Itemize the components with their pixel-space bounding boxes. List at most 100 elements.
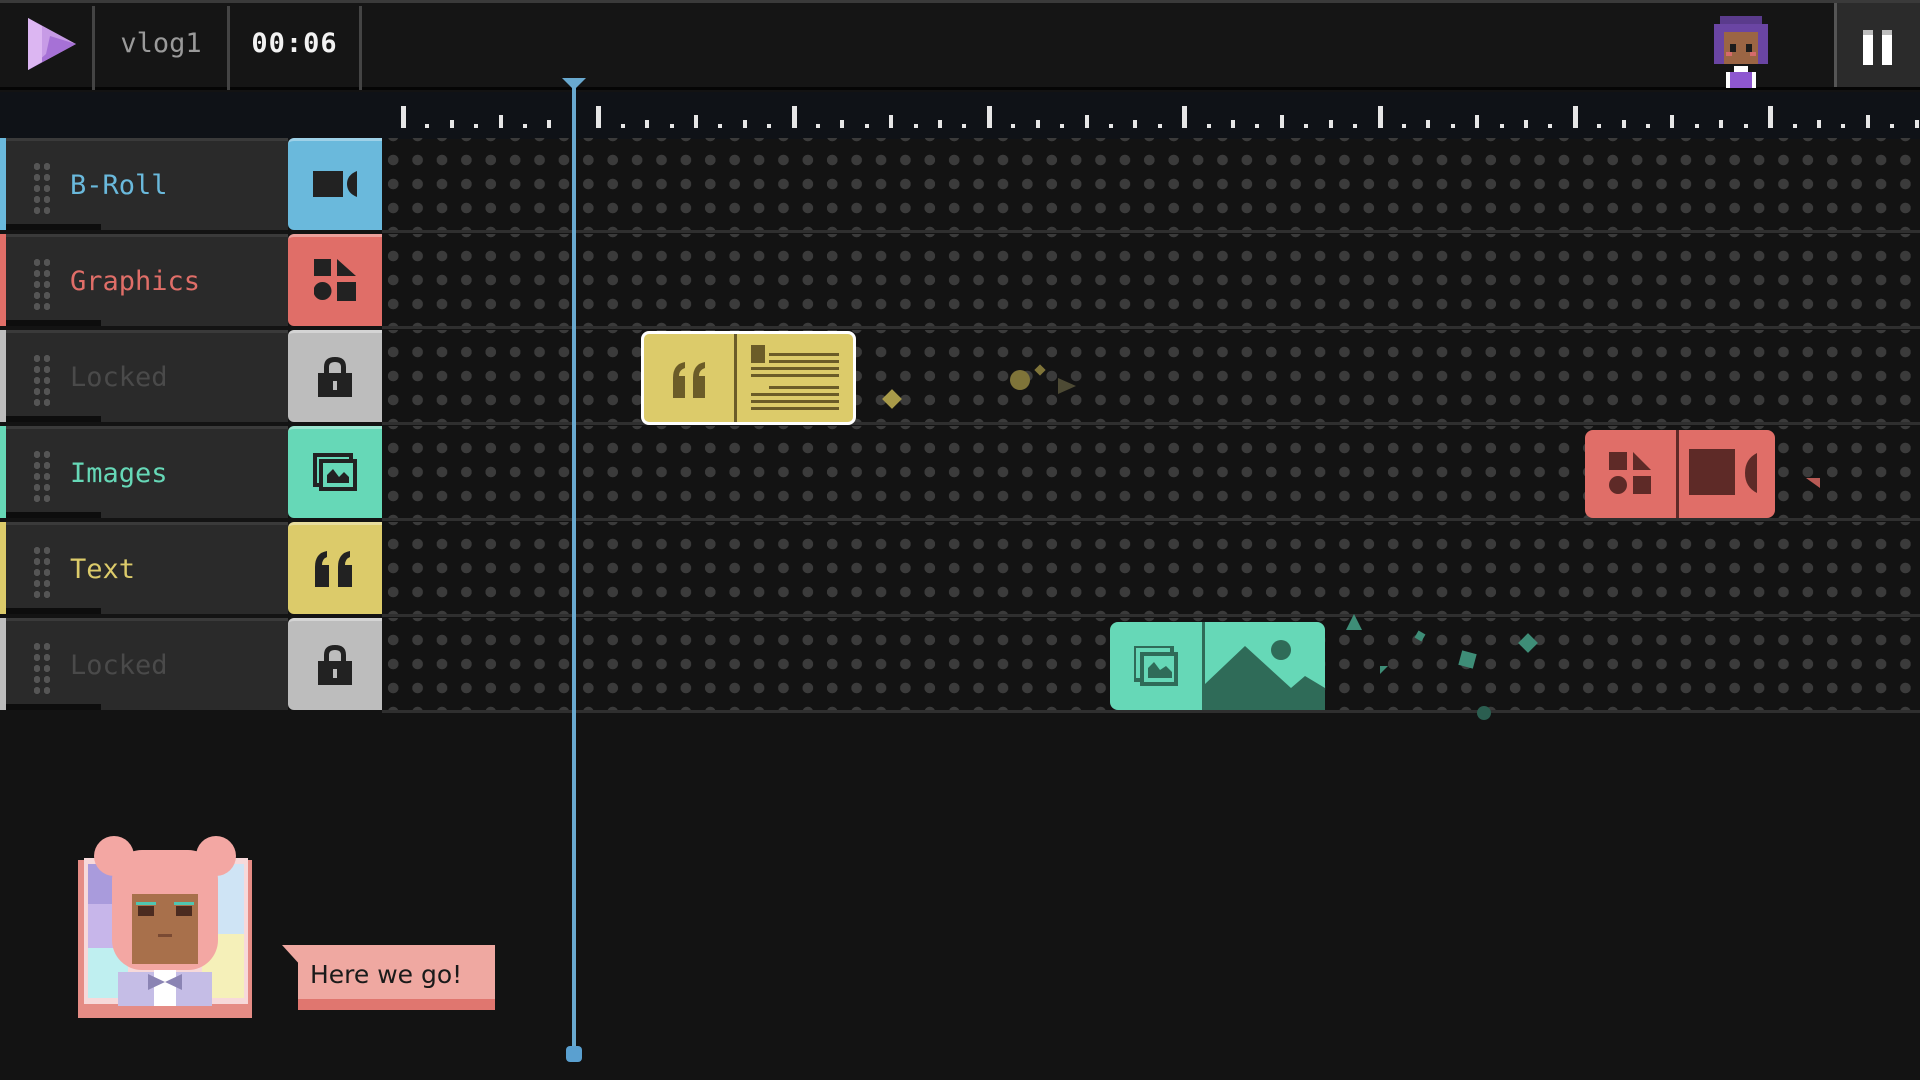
- ruler-minor-tick: [718, 124, 723, 128]
- ruler-minor-tick: [962, 124, 967, 128]
- timeline-clip-graphics[interactable]: [1585, 430, 1775, 518]
- ruler-major-tick: [986, 106, 992, 128]
- track-type-button[interactable]: [288, 522, 382, 614]
- drag-handle-icon[interactable]: [32, 161, 52, 217]
- ruler-major-tick: [596, 106, 602, 128]
- video-camera-icon: [313, 169, 357, 203]
- track-separator: [382, 422, 1920, 425]
- ruler-minor-tick: [1499, 124, 1504, 128]
- play-button[interactable]: [22, 14, 82, 74]
- track-separator: [382, 326, 1920, 329]
- speech-message: Here we go!: [310, 960, 463, 989]
- ruler-minor-tick: [1646, 124, 1651, 128]
- track-type-button[interactable]: [288, 618, 382, 710]
- ruler-minor-tick: [742, 120, 747, 128]
- ruler-minor-tick: [1865, 115, 1870, 128]
- timeline-clip-text[interactable]: [641, 331, 856, 425]
- clip-thumbnail: [1679, 430, 1775, 518]
- track-body: Locked: [6, 618, 288, 710]
- track-type-button[interactable]: [288, 330, 382, 422]
- quote-icon: [313, 549, 357, 591]
- ruler-major-tick: [1768, 106, 1774, 128]
- ruler-minor-tick: [1816, 120, 1821, 128]
- track-lane[interactable]: [383, 234, 1920, 326]
- track-lane[interactable]: [383, 330, 1920, 422]
- drag-handle-icon[interactable]: [32, 353, 52, 409]
- track-header-images[interactable]: Images: [0, 426, 382, 518]
- particle: [1010, 370, 1030, 390]
- pause-button[interactable]: [1834, 3, 1920, 87]
- ruler-minor-tick: [645, 120, 650, 128]
- playhead-end-handle[interactable]: [566, 1046, 582, 1062]
- track-body: B-Roll: [6, 138, 288, 230]
- ruler-minor-tick: [669, 124, 674, 128]
- ruler-minor-tick: [1133, 120, 1138, 128]
- ruler-minor-tick: [1328, 120, 1333, 128]
- track-separator: [382, 518, 1920, 521]
- track-header-locked[interactable]: Locked: [0, 330, 382, 422]
- drag-handle-icon[interactable]: [32, 257, 52, 313]
- particle: [1806, 478, 1820, 488]
- ruler-minor-tick: [889, 115, 894, 128]
- ruler-minor-tick: [547, 120, 552, 128]
- track-header-text[interactable]: Text: [0, 522, 382, 614]
- ruler-minor-tick: [1157, 124, 1162, 128]
- track-lane[interactable]: [383, 138, 1920, 230]
- track-label: B-Roll: [70, 170, 168, 201]
- timeline-clip-image[interactable]: [1110, 622, 1325, 710]
- ruler-minor-tick: [1670, 115, 1675, 128]
- track-label: Images: [70, 458, 168, 489]
- playhead-handle[interactable]: [562, 78, 586, 90]
- clip-thumbnail: [1205, 622, 1325, 710]
- drag-handle-icon[interactable]: [32, 545, 52, 601]
- ruler-minor-tick: [1621, 120, 1626, 128]
- track-type-button[interactable]: [288, 426, 382, 518]
- drag-handle-icon[interactable]: [32, 641, 52, 697]
- ruler-minor-tick: [767, 124, 772, 128]
- ruler-minor-tick: [1279, 115, 1284, 128]
- playhead-line[interactable]: [572, 84, 576, 1054]
- track-label: Locked: [70, 362, 168, 393]
- track-body: Graphics: [6, 234, 288, 326]
- drag-handle-icon[interactable]: [32, 449, 52, 505]
- ruler-minor-tick: [523, 124, 528, 128]
- project-name[interactable]: vlog1: [95, 0, 227, 87]
- ruler-minor-tick: [1035, 120, 1040, 128]
- divider: [359, 6, 362, 90]
- speech-bubble: Here we go!: [282, 945, 495, 1010]
- ruler-minor-tick: [1719, 120, 1724, 128]
- timeline-ruler[interactable]: [0, 92, 1920, 139]
- timecode-display: 00:06: [251, 28, 338, 59]
- collaborator-avatar[interactable]: [1706, 10, 1776, 88]
- clip-type-badge: [644, 334, 737, 422]
- ruler-minor-tick: [840, 120, 845, 128]
- assistant-avatar: [78, 836, 252, 1018]
- track-header-b-roll[interactable]: B-Roll: [0, 138, 382, 230]
- text-document-icon: [751, 345, 839, 410]
- track-type-button[interactable]: [288, 234, 382, 326]
- image-gallery-icon: [1134, 646, 1178, 686]
- track-label: Graphics: [70, 266, 201, 297]
- ruler-minor-tick: [1353, 124, 1358, 128]
- track-header-graphics[interactable]: Graphics: [0, 234, 382, 326]
- ruler-minor-tick: [1743, 124, 1748, 128]
- clip-type-badge: [1110, 622, 1205, 710]
- track-header-locked[interactable]: Locked: [0, 618, 382, 710]
- ruler-major-tick: [401, 106, 406, 128]
- landscape-icon: [1205, 640, 1325, 710]
- track-lane[interactable]: [383, 522, 1920, 614]
- ruler-minor-tick: [1597, 124, 1602, 128]
- ruler-minor-tick: [425, 124, 430, 128]
- ruler-minor-tick: [1523, 120, 1528, 128]
- ruler-minor-tick: [620, 124, 625, 128]
- lock-icon: [318, 355, 352, 401]
- clip-thumbnail: [737, 334, 853, 422]
- particle: [1346, 614, 1362, 630]
- shapes-icon: [1608, 452, 1651, 494]
- ruler-major-tick: [791, 106, 797, 128]
- ruler-minor-tick: [693, 115, 698, 128]
- track-type-button[interactable]: [288, 138, 382, 230]
- ruler-minor-tick: [1475, 115, 1480, 128]
- particle: [1380, 666, 1388, 674]
- ruler-minor-tick: [938, 120, 943, 128]
